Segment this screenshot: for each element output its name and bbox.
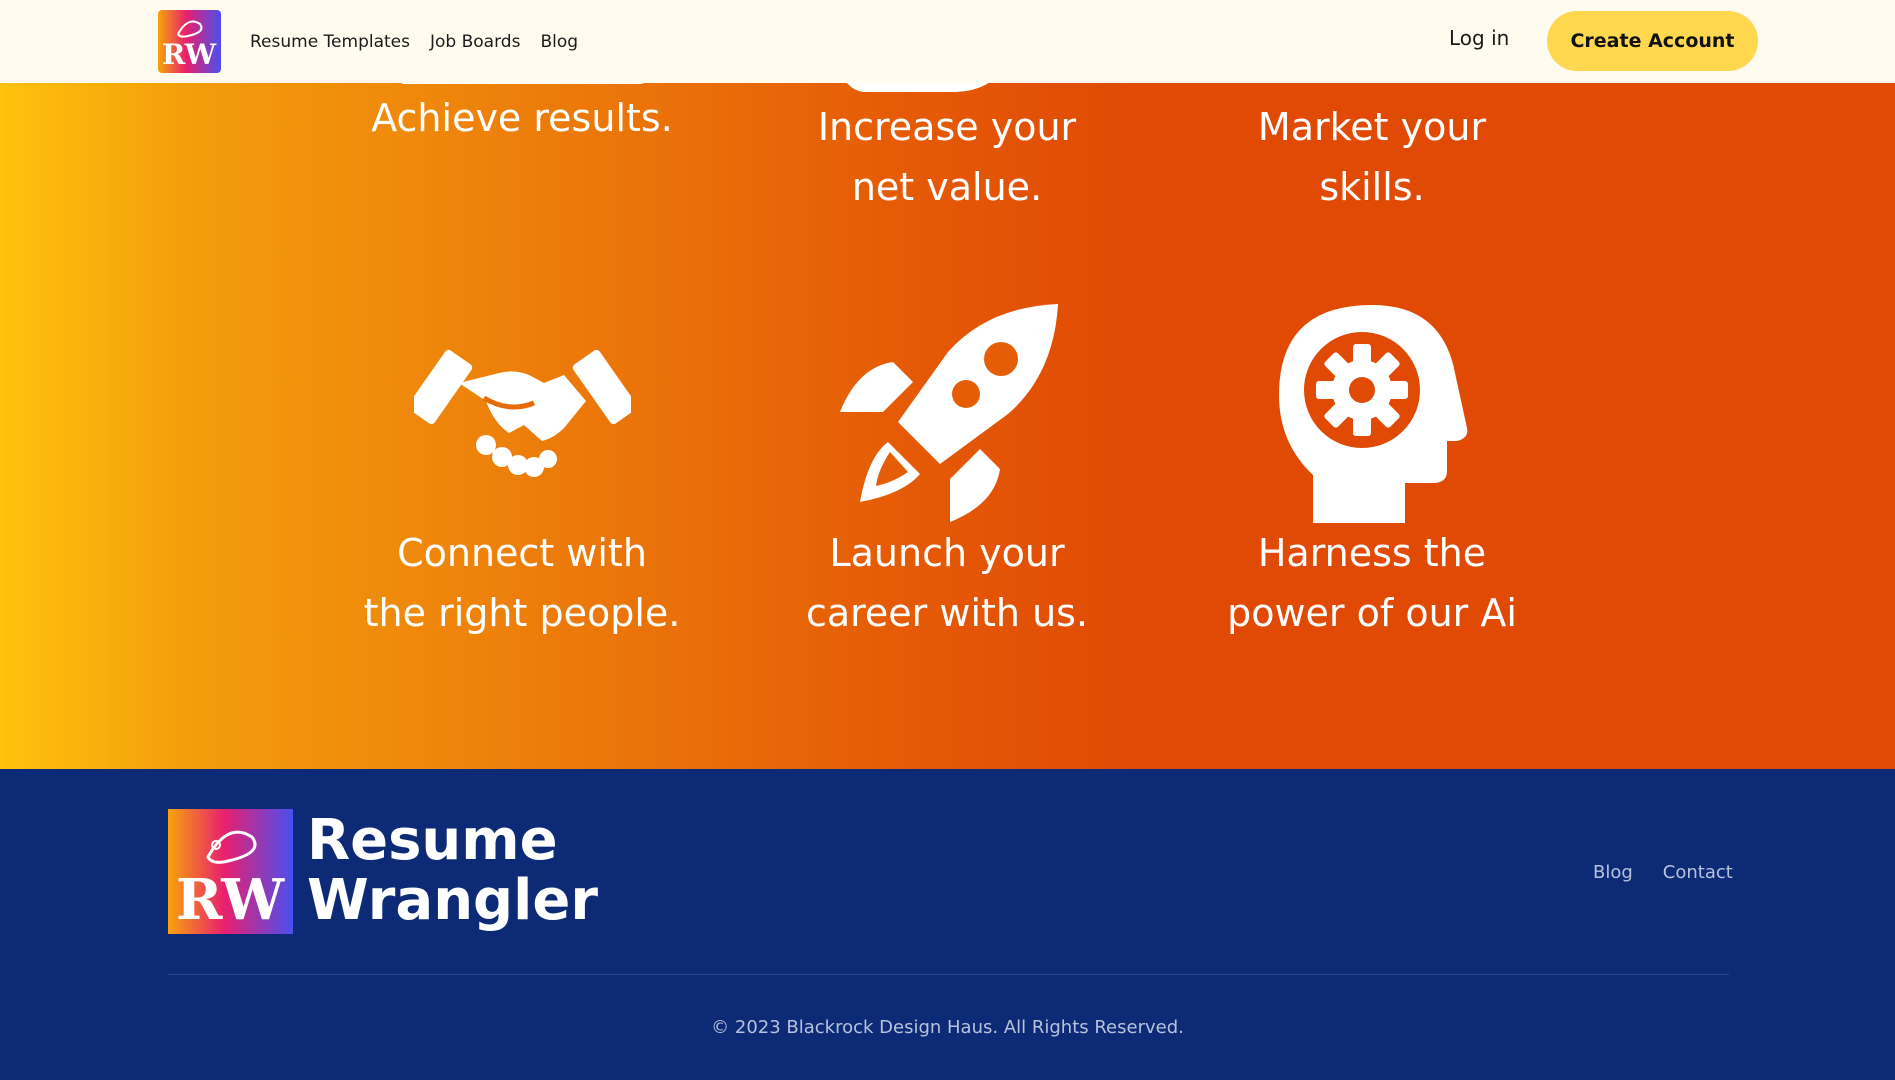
- feature-line: skills.: [1319, 165, 1425, 209]
- rw-logo-icon: RW: [168, 809, 293, 934]
- brand-line: Resume: [307, 808, 558, 873]
- feature-line: power of our Ai: [1227, 591, 1517, 635]
- site-footer: RW Resume Wrangler Blog Contact © 2023 B…: [0, 769, 1895, 1080]
- feature-market-skills: Market your skills.: [1162, 97, 1582, 217]
- feature-line: Harness the: [1257, 531, 1487, 575]
- main-nav: Resume Templates Job Boards Blog: [250, 0, 578, 83]
- rocket-icon: [840, 304, 1058, 522]
- feature-achieve-results: Achieve results.: [312, 88, 732, 148]
- feature-net-value: Increase your net value.: [737, 97, 1157, 217]
- brand-name: Resume Wrangler: [307, 811, 598, 931]
- svg-text:RW: RW: [162, 38, 217, 71]
- features-band: Achieve results. Increase your net value…: [0, 0, 1895, 769]
- feature-line: the right people.: [363, 591, 681, 635]
- feature-line: Increase your: [817, 105, 1077, 149]
- nav-blog[interactable]: Blog: [540, 32, 578, 52]
- login-link[interactable]: Log in: [1449, 26, 1509, 50]
- feature-connect: Connect with the right people.: [312, 523, 732, 643]
- create-account-button[interactable]: Create Account: [1547, 11, 1758, 71]
- feature-line: Market your: [1257, 105, 1487, 149]
- nav-resume-templates[interactable]: Resume Templates: [250, 32, 410, 52]
- nav-job-boards[interactable]: Job Boards: [430, 32, 520, 52]
- head-gear-icon: [1279, 305, 1468, 523]
- feature-line: Achieve results.: [371, 96, 673, 140]
- footer-link-contact[interactable]: Contact: [1663, 862, 1733, 883]
- feature-launch: Launch your career with us.: [737, 523, 1157, 643]
- brand-line: Wrangler: [307, 868, 598, 933]
- footer-nav: Blog Contact: [1593, 862, 1733, 883]
- footer-logo[interactable]: RW: [168, 809, 293, 934]
- handshake-icon: [414, 349, 631, 477]
- footer-divider: [168, 974, 1729, 975]
- feature-line: net value.: [851, 165, 1043, 209]
- footer-link-blog[interactable]: Blog: [1593, 862, 1633, 883]
- rw-logo-icon: RW: [158, 10, 221, 73]
- feature-line: Launch your: [829, 531, 1065, 575]
- feature-line: Connect with: [397, 531, 647, 575]
- feature-harness-ai: Harness the power of our Ai: [1162, 523, 1582, 643]
- copyright-text: © 2023 Blackrock Design Haus. All Rights…: [711, 1017, 1184, 1038]
- header-logo[interactable]: RW: [158, 10, 221, 73]
- svg-text:RW: RW: [176, 867, 285, 933]
- feature-line: career with us.: [805, 591, 1089, 635]
- site-header: RW Resume Templates Job Boards Blog Log …: [0, 0, 1895, 83]
